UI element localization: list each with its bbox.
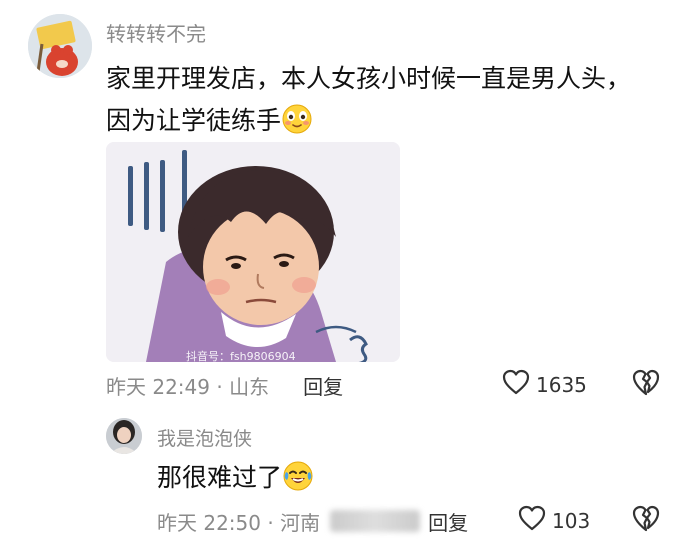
- reply-like-button[interactable]: 103: [518, 505, 590, 536]
- reply-reply-button[interactable]: 回复: [428, 507, 468, 536]
- reply-text-content: 那很难过了: [157, 463, 283, 492]
- reply-time-location: 昨天 22:50 · 河南: [157, 510, 321, 535]
- reply-meta: 昨天 22:50 · 河南 回复: [157, 507, 468, 536]
- reply-username[interactable]: 我是泡泡侠: [157, 424, 252, 451]
- comment-image[interactable]: 抖音号：fsh9806904: [106, 142, 400, 362]
- broken-heart-icon[interactable]: [631, 504, 661, 536]
- comment-username[interactable]: 转转转不完: [106, 18, 206, 47]
- comment-text: 家里开理发店，本人女孩小时候一直是男人头， 因为让学徒练手: [106, 58, 666, 142]
- heart-outline-icon: [518, 505, 546, 536]
- avatar[interactable]: [28, 14, 92, 78]
- comment-meta: 昨天 22:49 · 山东 回复: [106, 371, 343, 400]
- crying-laughing-emoji-icon: [282, 460, 314, 492]
- blur-overlay: [330, 510, 421, 532]
- comment-text-line1: 家里开理发店，本人女孩小时候一直是男人头，: [106, 64, 632, 93]
- like-count: 1635: [536, 372, 587, 397]
- reply-button[interactable]: 回复: [303, 371, 343, 400]
- broken-heart-icon[interactable]: [631, 368, 661, 400]
- image-watermark: 抖音号：fsh9806904: [186, 350, 296, 362]
- comment-time-location: 昨天 22:49 · 山东: [106, 374, 270, 399]
- reply-avatar[interactable]: [106, 418, 142, 454]
- reply-like-count: 103: [552, 508, 591, 533]
- comment-text-line2: 因为让学徒练手: [106, 106, 282, 135]
- reply-text: 那很难过了: [157, 460, 314, 496]
- like-button[interactable]: 1635: [502, 369, 587, 400]
- smiling-face-emoji-icon: [281, 103, 313, 135]
- heart-outline-icon: [502, 369, 530, 400]
